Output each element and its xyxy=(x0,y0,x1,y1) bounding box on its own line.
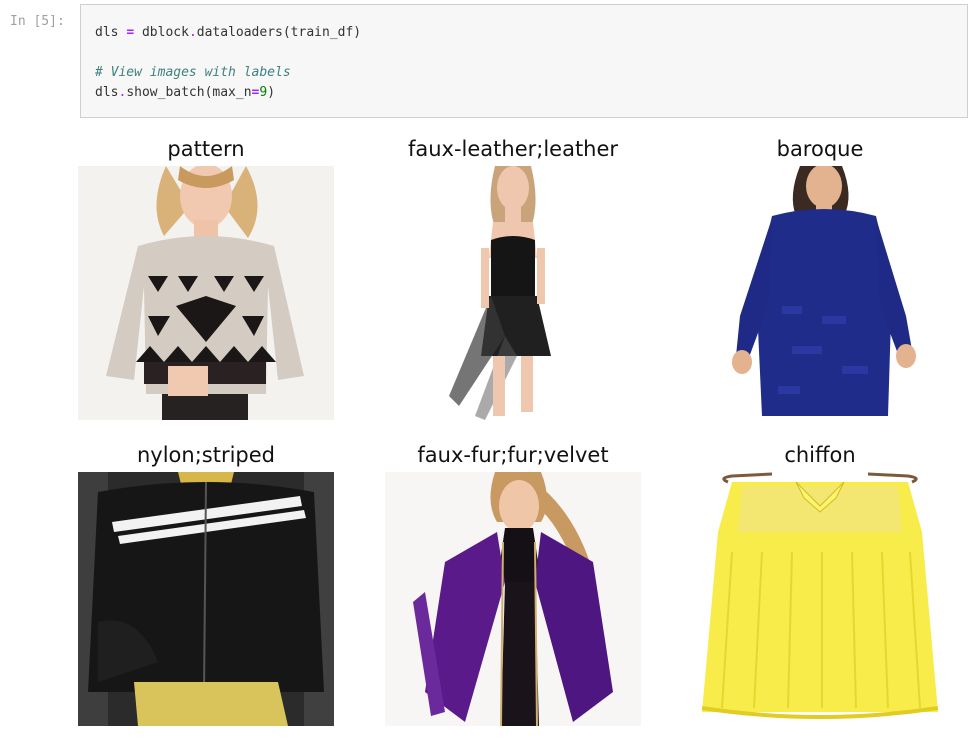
cell-prompt: In [5]: xyxy=(10,14,65,29)
code-editor[interactable]: dls = dblock.dataloaders(train_df) # Vie… xyxy=(95,23,361,103)
batch-item-image xyxy=(78,472,334,726)
batch-item-image xyxy=(78,166,334,420)
code-token: ) xyxy=(267,85,276,100)
code-token: dls xyxy=(95,25,127,40)
black-jacket-image xyxy=(78,472,334,726)
code-token: show_batch(max_n xyxy=(126,85,252,100)
code-token-operator: = xyxy=(126,25,135,40)
batch-item-image xyxy=(692,166,948,420)
batch-item-label: pattern xyxy=(167,137,245,161)
batch-item-label: nylon;striped xyxy=(136,443,276,467)
code-comment: # View images with labels xyxy=(95,65,291,80)
batch-item-image xyxy=(385,166,641,420)
batch-item-label: faux-fur;fur;velvet xyxy=(417,443,609,467)
blue-velvet-dress-image xyxy=(692,166,948,420)
code-token: dblock xyxy=(134,25,189,40)
batch-item-image xyxy=(692,472,948,726)
batch-item-label: baroque xyxy=(776,137,864,161)
black-dress-image xyxy=(385,166,641,420)
code-cell[interactable]: dls = dblock.dataloaders(train_df) # Vie… xyxy=(80,4,968,118)
knit-sweater-image xyxy=(78,166,334,420)
code-token: dataloaders(train_df) xyxy=(196,25,362,40)
batch-item-label: chiffon xyxy=(784,443,856,467)
yellow-chiffon-image xyxy=(692,472,948,726)
batch-item-image xyxy=(385,472,641,726)
code-token-dot: . xyxy=(188,25,197,40)
batch-item-label: faux-leather;leather xyxy=(407,137,619,161)
purple-fur-jacket-image xyxy=(385,472,641,726)
code-token: dls xyxy=(95,85,119,100)
